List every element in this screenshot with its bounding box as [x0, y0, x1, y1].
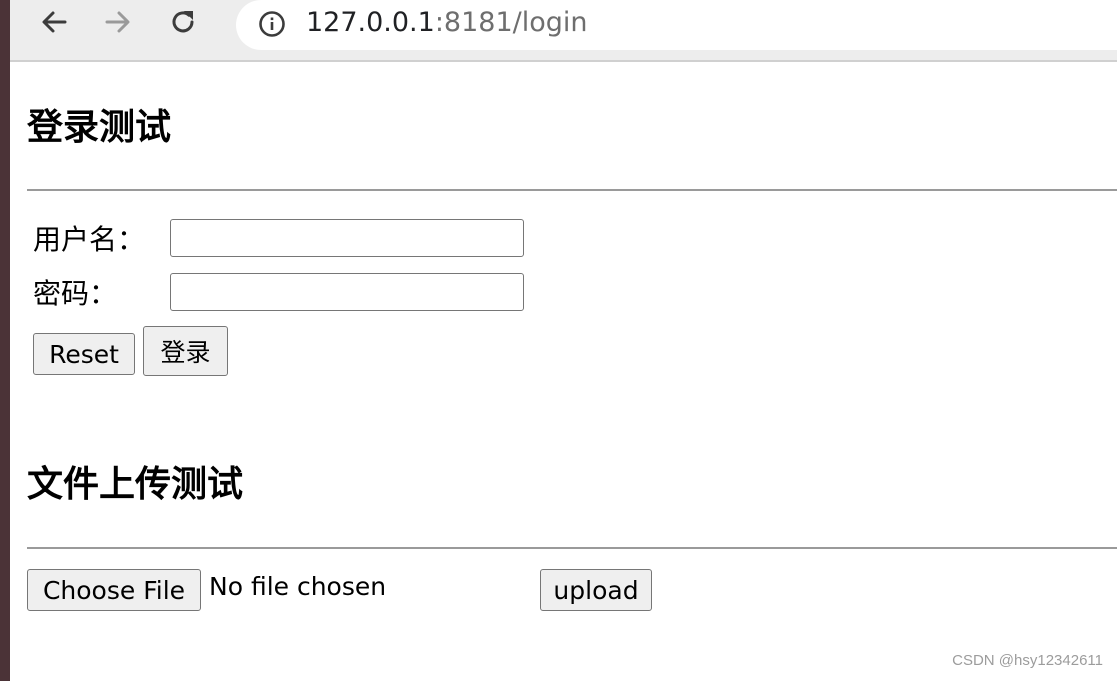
- forward-arrow-icon: [105, 11, 130, 33]
- login-submit-button[interactable]: 登录: [143, 326, 228, 376]
- watermark: CSDN @hsy12342611: [952, 652, 1103, 669]
- password-label: 密码：: [33, 277, 118, 310]
- back-button[interactable]: [36, 4, 72, 40]
- url-host: 127.0.0.1: [306, 7, 435, 38]
- password-input[interactable]: [170, 273, 524, 311]
- divider: [27, 547, 1117, 549]
- forward-button[interactable]: [100, 4, 136, 40]
- upload-button[interactable]: upload: [540, 569, 652, 611]
- reload-button[interactable]: [165, 4, 201, 40]
- login-heading: 登录测试: [27, 107, 172, 148]
- username-label: 用户名：: [33, 223, 146, 256]
- upload-heading: 文件上传测试: [27, 464, 244, 505]
- reload-icon: [172, 11, 194, 33]
- file-status-text: No file chosen: [209, 572, 387, 601]
- window-edge: [0, 0, 10, 681]
- choose-file-button[interactable]: Choose File: [27, 569, 201, 611]
- page-content: 登录测试 用户名： 密码： Reset 登录 文件上传测试 Choose Fil…: [10, 62, 1117, 681]
- reset-button[interactable]: Reset: [33, 333, 135, 375]
- username-input[interactable]: [170, 219, 524, 257]
- browser-toolbar: 127.0.0.1:8181/login: [10, 0, 1117, 62]
- url-path: :8181/login: [434, 7, 588, 38]
- info-icon[interactable]: [258, 10, 286, 38]
- back-arrow-icon: [42, 11, 67, 33]
- address-bar[interactable]: 127.0.0.1:8181/login: [236, 0, 1117, 50]
- url-text: 127.0.0.1:8181/login: [306, 5, 588, 41]
- divider: [27, 189, 1117, 191]
